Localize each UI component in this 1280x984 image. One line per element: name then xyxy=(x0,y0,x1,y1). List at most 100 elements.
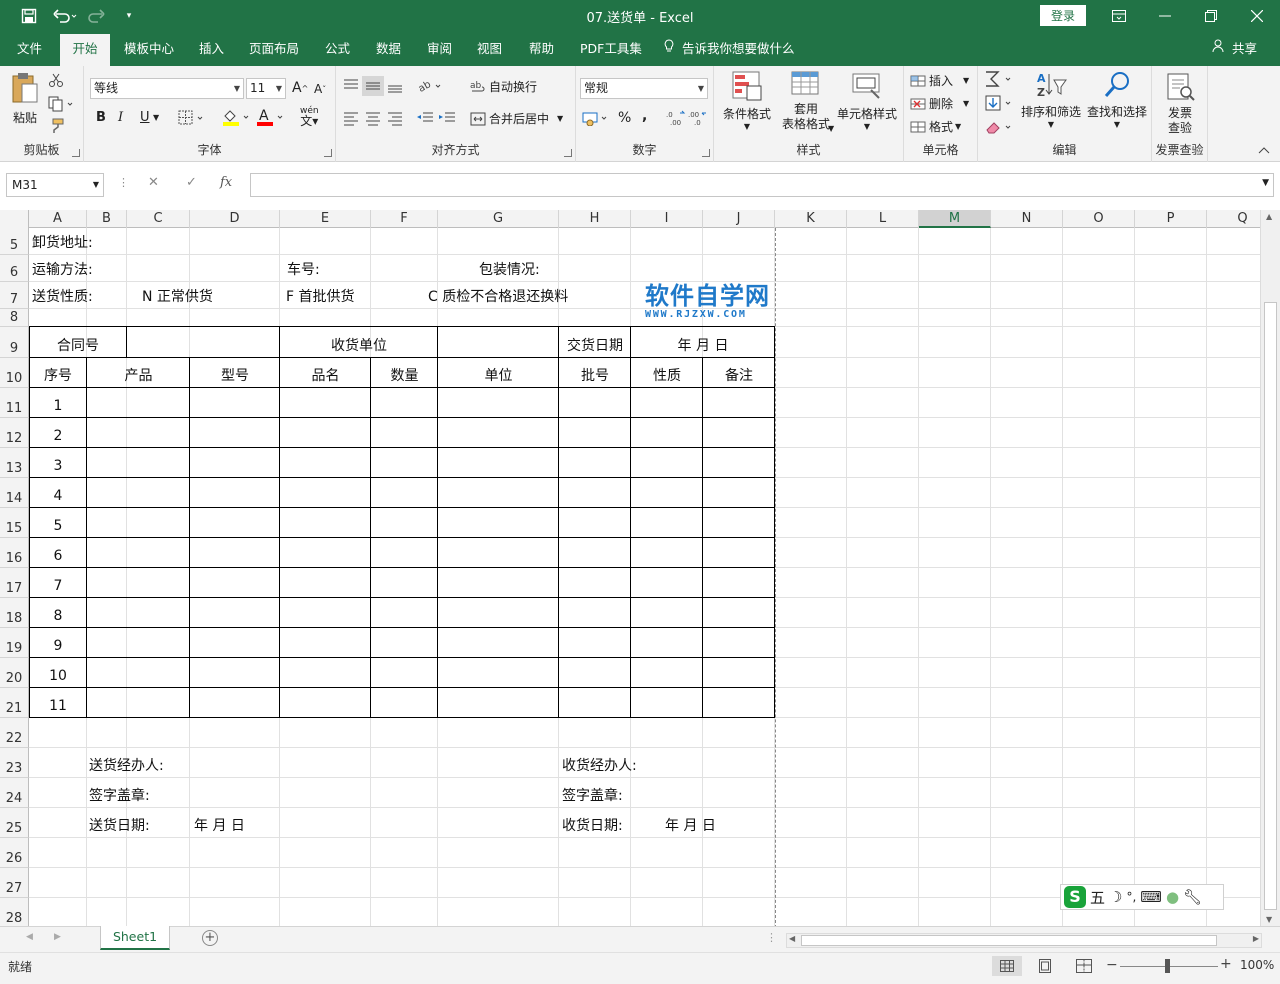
font-color-icon[interactable]: A xyxy=(256,108,286,126)
align-left-icon[interactable] xyxy=(342,110,360,126)
italic-button[interactable]: I xyxy=(118,110,123,125)
row-header-21[interactable]: 21 xyxy=(0,688,29,718)
align-top-icon[interactable] xyxy=(342,78,360,94)
share-button[interactable]: 共享 xyxy=(1212,32,1257,66)
conditional-formatting-button[interactable]: 条件格式 ▼ xyxy=(718,70,776,131)
column-header-k[interactable]: K xyxy=(775,210,847,228)
prev-sheet-icon[interactable]: ◀ xyxy=(26,932,33,942)
moon-icon[interactable]: ☽ xyxy=(1109,888,1122,906)
tab-help[interactable]: 帮助 xyxy=(529,32,554,66)
align-right-icon[interactable] xyxy=(386,110,404,126)
column-header-p[interactable]: P xyxy=(1135,210,1207,228)
ime-toolbar[interactable]: S 五 ☽ °, ⌨ ● 🔧︎ xyxy=(1060,884,1224,910)
row-header-11[interactable]: 11 xyxy=(0,388,29,418)
zoom-slider-thumb[interactable] xyxy=(1165,959,1170,973)
font-name-select[interactable]: 等线 ▼ xyxy=(90,78,244,99)
clipboard-dialog-launcher[interactable] xyxy=(72,149,80,157)
ribbon-display-options-icon[interactable] xyxy=(1096,0,1142,32)
column-header-o[interactable]: O xyxy=(1063,210,1135,228)
row-header-13[interactable]: 13 xyxy=(0,448,29,478)
fill-color-icon[interactable] xyxy=(222,108,252,126)
align-center-icon[interactable] xyxy=(364,110,382,126)
vertical-scrollbar[interactable]: ▲ ▼ xyxy=(1260,210,1280,926)
column-header-c[interactable]: C xyxy=(127,210,190,228)
row-header-10[interactable]: 10 xyxy=(0,358,29,388)
column-header-a[interactable]: A xyxy=(29,210,87,228)
chevron-down-icon[interactable]: ▼ xyxy=(153,113,159,122)
row-header-26[interactable]: 26 xyxy=(0,838,29,868)
increase-indent-icon[interactable] xyxy=(438,110,456,126)
punctuation-icon[interactable]: °, xyxy=(1126,890,1136,904)
bold-button[interactable]: B xyxy=(96,110,106,125)
column-header-h[interactable]: H xyxy=(559,210,631,228)
fill-icon[interactable] xyxy=(984,94,1014,112)
horizontal-scrollbar[interactable]: ◀ ▶ xyxy=(786,933,1262,948)
column-header-b[interactable]: B xyxy=(87,210,127,228)
orientation-icon[interactable]: ab xyxy=(418,78,444,94)
tab-file[interactable]: 文件 xyxy=(17,32,42,66)
zoom-level[interactable]: 100% xyxy=(1240,958,1274,972)
row-header-20[interactable]: 20 xyxy=(0,658,29,688)
row-header-9[interactable]: 9 xyxy=(0,327,29,358)
column-header-f[interactable]: F xyxy=(371,210,438,228)
name-box[interactable]: M31 ▼ xyxy=(6,173,104,197)
column-header-m[interactable]: M xyxy=(919,210,991,228)
column-header-q[interactable]: Q xyxy=(1207,210,1260,228)
format-cells-button[interactable]: 格式 ▼ xyxy=(910,118,961,135)
enter-icon[interactable]: ✓ xyxy=(186,175,197,190)
scroll-left-icon[interactable]: ◀ xyxy=(789,934,795,943)
sogou-logo-icon[interactable]: S xyxy=(1064,886,1086,908)
tab-formulas[interactable]: 公式 xyxy=(325,32,350,66)
merge-center-button[interactable]: 合并后居中 ▼ xyxy=(470,110,563,127)
row-header-22[interactable]: 22 xyxy=(0,718,29,748)
tab-view[interactable]: 视图 xyxy=(477,32,502,66)
row-header-8[interactable]: 8 xyxy=(0,309,29,327)
select-all-corner[interactable] xyxy=(0,210,29,228)
phonetic-button[interactable]: wén 文▾ xyxy=(300,106,319,127)
align-middle-icon[interactable] xyxy=(362,76,384,96)
row-header-14[interactable]: 14 xyxy=(0,478,29,508)
tab-review[interactable]: 审阅 xyxy=(427,32,452,66)
row-header-19[interactable]: 19 xyxy=(0,628,29,658)
normal-view-icon[interactable] xyxy=(992,956,1022,976)
column-header-n[interactable]: N xyxy=(991,210,1063,228)
scroll-up-icon[interactable]: ▲ xyxy=(1266,212,1272,221)
font-dialog-launcher[interactable] xyxy=(324,149,332,157)
tab-insert[interactable]: 插入 xyxy=(199,32,224,66)
paste-button[interactable]: 粘贴 xyxy=(8,72,42,126)
tab-page-layout[interactable]: 页面布局 xyxy=(249,32,299,66)
alignment-dialog-launcher[interactable] xyxy=(564,149,572,157)
tab-home[interactable]: 开始 xyxy=(60,34,110,66)
invoice-check-button[interactable]: 发票 查验 xyxy=(1160,72,1200,136)
delete-cells-button[interactable]: 删除 ▼ xyxy=(910,95,969,112)
page-break-view-icon[interactable] xyxy=(1076,959,1092,976)
decrease-indent-icon[interactable] xyxy=(416,110,434,126)
user-icon[interactable]: ● xyxy=(1166,888,1179,906)
next-sheet-icon[interactable]: ▶ xyxy=(54,932,61,942)
row-header-28[interactable]: 28 xyxy=(0,898,29,926)
column-header-i[interactable]: I xyxy=(631,210,703,228)
row-header-16[interactable]: 16 xyxy=(0,538,29,568)
minimize-icon[interactable] xyxy=(1142,0,1188,32)
row-header-23[interactable]: 23 xyxy=(0,748,29,778)
tab-split-handle[interactable]: ⋮ xyxy=(766,931,777,944)
sort-filter-button[interactable]: AZ 排序和筛选 ▼ xyxy=(1018,70,1084,129)
row-header-25[interactable]: 25 xyxy=(0,808,29,838)
row-header-18[interactable]: 18 xyxy=(0,598,29,628)
column-header-d[interactable]: D xyxy=(190,210,280,228)
login-button[interactable]: 登录 xyxy=(1040,5,1086,26)
autosum-icon[interactable] xyxy=(984,70,1014,88)
sheet-tab-sheet1[interactable]: Sheet1 xyxy=(100,926,170,950)
tab-pdf-tools[interactable]: PDF工具集 xyxy=(580,32,642,66)
percent-button[interactable]: % xyxy=(618,110,631,126)
clear-icon[interactable] xyxy=(984,118,1014,136)
zoom-in-icon[interactable]: + xyxy=(1220,956,1232,972)
tell-me-search[interactable]: 告诉我你想要做什么 xyxy=(664,32,795,66)
page-layout-view-icon[interactable] xyxy=(1038,959,1052,976)
row-header-17[interactable]: 17 xyxy=(0,568,29,598)
worksheet-grid[interactable]: ABCDEFGHIJKLMNOPQ 5 6 7 8 9 10 11 12 13 14 15 16 17 1… xyxy=(0,210,1260,926)
row-header-6[interactable]: 6 xyxy=(0,255,29,282)
scroll-right-icon[interactable]: ▶ xyxy=(1253,934,1259,943)
zoom-out-icon[interactable]: − xyxy=(1106,957,1118,973)
number-dialog-launcher[interactable] xyxy=(702,149,710,157)
